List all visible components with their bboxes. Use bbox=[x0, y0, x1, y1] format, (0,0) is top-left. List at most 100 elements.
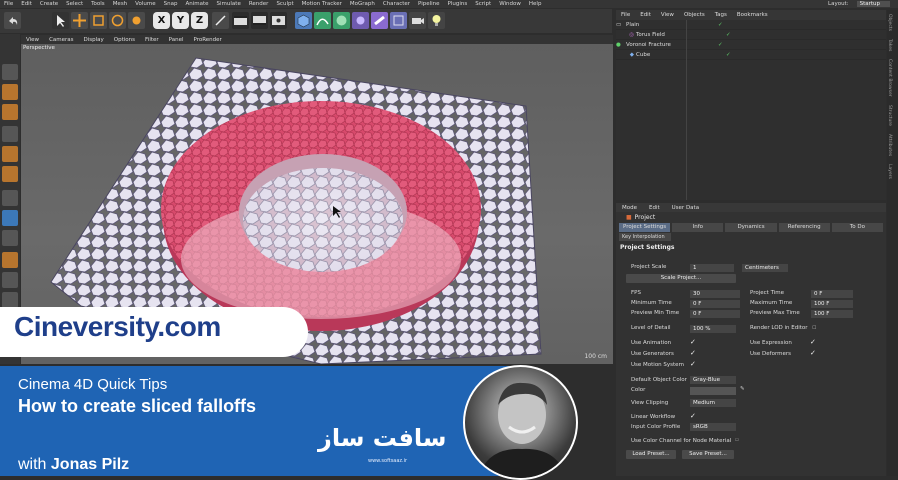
visibility-check-icon[interactable]: ✓ bbox=[718, 22, 723, 28]
view-clipping-dropdown[interactable]: Medium bbox=[690, 399, 736, 407]
menu-snap[interactable]: Snap bbox=[160, 1, 182, 7]
tab-to-do[interactable]: To Do bbox=[831, 223, 884, 232]
menu-render[interactable]: Render bbox=[245, 1, 273, 7]
om-menu-objects[interactable]: Objects bbox=[679, 12, 710, 18]
input-color-profile-dropdown[interactable]: sRGB bbox=[690, 423, 736, 431]
om-menu-file[interactable]: File bbox=[616, 12, 635, 18]
move-icon[interactable] bbox=[71, 12, 88, 29]
render-settings-icon[interactable] bbox=[270, 12, 287, 29]
om-menu-bookmarks[interactable]: Bookmarks bbox=[732, 12, 773, 18]
recent-tool-icon[interactable] bbox=[128, 12, 145, 29]
use-animation-checkbox[interactable]: ✓ bbox=[690, 338, 696, 346]
menu-motion-tracker[interactable]: Motion Tracker bbox=[298, 1, 346, 7]
polygons-mode-icon[interactable] bbox=[2, 166, 18, 182]
deformer-icon[interactable] bbox=[371, 12, 388, 29]
render-lod-checkbox[interactable]: ▫ bbox=[812, 323, 817, 331]
use-deformers-checkbox[interactable]: ✓ bbox=[810, 349, 816, 357]
menu-animate[interactable]: Animate bbox=[181, 1, 212, 7]
viewport-menu-view[interactable]: View bbox=[21, 37, 44, 43]
viewport-menu-panel[interactable]: Panel bbox=[164, 37, 189, 43]
visibility-check-icon[interactable]: ✓ bbox=[726, 32, 731, 38]
viewport-menu-filter[interactable]: Filter bbox=[140, 37, 164, 43]
om-menu-tags[interactable]: Tags bbox=[710, 12, 732, 18]
spline-icon[interactable] bbox=[314, 12, 331, 29]
default-object-color-dropdown[interactable]: Gray-Blue bbox=[690, 376, 736, 384]
snap-icon[interactable] bbox=[2, 230, 18, 246]
grid-icon[interactable] bbox=[2, 292, 18, 308]
rotate-icon[interactable] bbox=[109, 12, 126, 29]
layout-dropdown[interactable]: Startup bbox=[856, 1, 890, 7]
edges-mode-icon[interactable] bbox=[2, 146, 18, 162]
tab-project-settings[interactable]: Project Settings bbox=[619, 223, 671, 232]
object-row-torus-field[interactable]: ◎ Torus Field ✓ bbox=[616, 30, 886, 40]
menu-create[interactable]: Create bbox=[36, 1, 62, 7]
coordinate-system-icon[interactable] bbox=[212, 12, 229, 29]
visibility-check-icon[interactable]: ✓ bbox=[718, 42, 723, 48]
save-preset-button[interactable]: Save Preset... bbox=[682, 450, 734, 459]
undo-icon[interactable] bbox=[4, 12, 21, 29]
viewport-menu-display[interactable]: Display bbox=[79, 37, 109, 43]
make-editable-icon[interactable] bbox=[2, 64, 18, 80]
light-icon[interactable] bbox=[428, 12, 445, 29]
menu-window[interactable]: Window bbox=[495, 1, 525, 7]
side-tab-takes[interactable]: Takes bbox=[887, 35, 892, 55]
axis-x-button[interactable]: X bbox=[153, 12, 170, 29]
attr-menu-edit[interactable]: Edit bbox=[643, 205, 666, 211]
menu-simulate[interactable]: Simulate bbox=[213, 1, 245, 7]
tab-key-interpolation[interactable]: Key Interpolation bbox=[619, 233, 671, 241]
side-tab-structure[interactable]: Structure bbox=[887, 101, 892, 130]
menu-volume[interactable]: Volume bbox=[131, 1, 159, 7]
use-motion-system-checkbox[interactable]: ✓ bbox=[690, 360, 696, 368]
menu-sculpt[interactable]: Sculpt bbox=[272, 1, 297, 7]
om-menu-edit[interactable]: Edit bbox=[635, 12, 656, 18]
viewport-menu-options[interactable]: Options bbox=[109, 37, 140, 43]
attr-menu-user-data[interactable]: User Data bbox=[666, 205, 705, 211]
linear-workflow-checkbox[interactable]: ✓ bbox=[690, 412, 696, 420]
preview-max-time-field[interactable]: 100 F bbox=[811, 310, 853, 318]
load-preset-button[interactable]: Load Preset... bbox=[626, 450, 676, 459]
menu-mograph[interactable]: MoGraph bbox=[346, 1, 379, 7]
camera-icon[interactable] bbox=[409, 12, 426, 29]
cube-icon[interactable] bbox=[295, 12, 312, 29]
tab-dynamics[interactable]: Dynamics bbox=[725, 223, 777, 232]
tab-referencing[interactable]: Referencing bbox=[778, 223, 830, 232]
render-pv-icon[interactable] bbox=[251, 12, 268, 29]
menu-file[interactable]: File bbox=[0, 1, 17, 7]
render-view-icon[interactable] bbox=[232, 12, 249, 29]
side-tab-attributes[interactable]: Attributes bbox=[887, 130, 892, 160]
field-icon[interactable] bbox=[390, 12, 407, 29]
visibility-check-icon[interactable]: ✓ bbox=[726, 52, 731, 58]
color-swatch[interactable] bbox=[690, 387, 736, 395]
menu-mesh[interactable]: Mesh bbox=[109, 1, 131, 7]
menu-tools[interactable]: Tools bbox=[87, 1, 109, 7]
points-mode-icon[interactable] bbox=[2, 126, 18, 142]
object-row-voronoi-fracture[interactable]: ● Voronoi Fracture ✓ bbox=[616, 40, 886, 50]
level-of-detail-field[interactable]: 100 % bbox=[690, 325, 736, 333]
use-color-channel-checkbox[interactable]: ▫ bbox=[735, 437, 739, 443]
minimum-time-field[interactable]: 0 F bbox=[690, 300, 740, 308]
select-icon[interactable] bbox=[52, 12, 69, 29]
fps-field[interactable]: 30 bbox=[690, 290, 740, 298]
generator-icon[interactable] bbox=[333, 12, 350, 29]
axis-mode-icon[interactable] bbox=[2, 190, 18, 206]
scale-icon[interactable] bbox=[90, 12, 107, 29]
scale-project-button[interactable]: Scale Project... bbox=[626, 274, 736, 283]
menu-help[interactable]: Help bbox=[525, 1, 546, 7]
menu-plugins[interactable]: Plugins bbox=[444, 1, 472, 7]
use-expression-checkbox[interactable]: ✓ bbox=[810, 338, 816, 346]
texture-mode-icon[interactable] bbox=[2, 104, 18, 120]
use-generators-checkbox[interactable]: ✓ bbox=[690, 349, 696, 357]
model-mode-icon[interactable] bbox=[2, 84, 18, 100]
axis-y-button[interactable]: Y bbox=[172, 12, 189, 29]
maximum-time-field[interactable]: 100 F bbox=[811, 300, 853, 308]
project-scale-field[interactable]: 1 bbox=[690, 264, 734, 272]
mograph-icon[interactable] bbox=[352, 12, 369, 29]
project-time-field[interactable]: 0 F bbox=[811, 290, 853, 298]
menu-script[interactable]: Script bbox=[471, 1, 495, 7]
menu-pipeline[interactable]: Pipeline bbox=[414, 1, 444, 7]
preview-min-time-field[interactable]: 0 F bbox=[690, 310, 740, 318]
om-menu-view[interactable]: View bbox=[656, 12, 679, 18]
workplane-icon[interactable] bbox=[2, 252, 18, 268]
menu-select[interactable]: Select bbox=[62, 1, 87, 7]
viewport-menu-prorender[interactable]: ProRender bbox=[189, 37, 227, 43]
